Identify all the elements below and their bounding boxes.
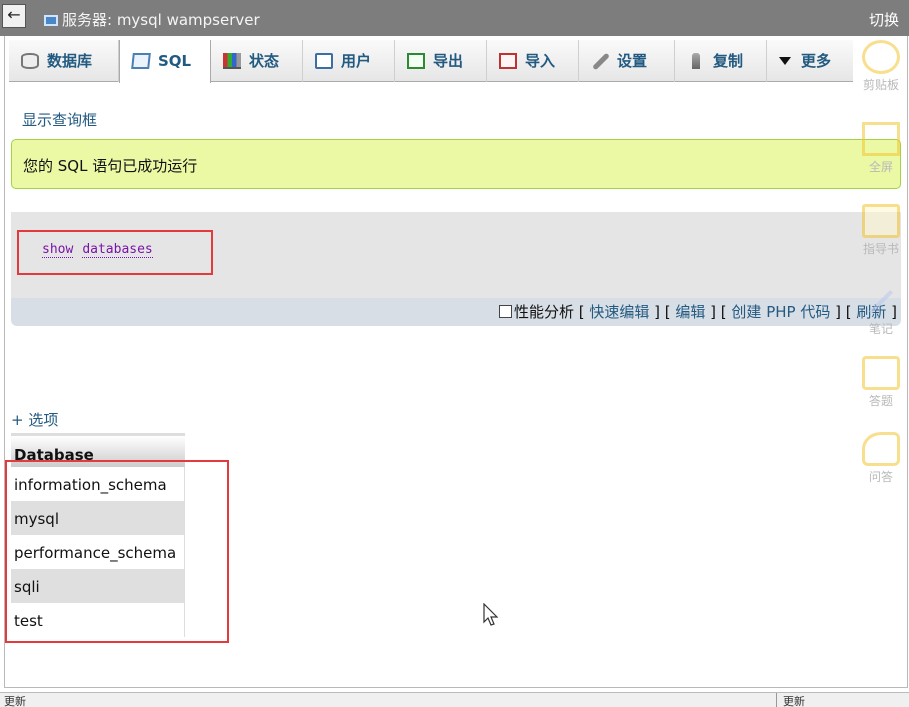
status-right-text: 更新 <box>776 693 805 707</box>
replication-icon <box>692 53 700 69</box>
pencil-icon <box>868 289 894 315</box>
server-icon <box>44 15 58 26</box>
side-item-fullscreen[interactable]: 全屏 <box>853 122 909 175</box>
success-message: 您的 SQL 语句已成功运行 <box>11 139 901 189</box>
tab-more[interactable]: 更多 <box>767 40 853 82</box>
profiling-label: 性能分析 <box>513 303 574 321</box>
tab-export[interactable]: 导出 <box>395 40 487 82</box>
create-php-link[interactable]: 创建 PHP 代码 <box>731 303 830 321</box>
query-highlight-box <box>17 230 213 275</box>
query-tools-bar: 性能分析 [ 快速编辑 ] [ 编辑 ] [ 创建 PHP 代码 ] [ 刷新 … <box>11 298 901 326</box>
sql-icon <box>131 53 151 69</box>
tab-status[interactable]: 状态 <box>211 40 303 82</box>
tab-status-label: 状态 <box>249 52 280 70</box>
window-title-text: 服务器: mysql wampserver <box>62 11 260 29</box>
back-button[interactable]: ← <box>2 4 26 28</box>
export-icon <box>407 53 425 69</box>
tab-sql-label: SQL <box>158 52 192 70</box>
tab-more-label: 更多 <box>801 52 832 70</box>
side-item-notes[interactable]: 笔记 <box>853 284 909 337</box>
tab-settings-label: 设置 <box>617 52 648 70</box>
tab-users[interactable]: 用户 <box>303 40 395 82</box>
answer-icon <box>862 356 900 390</box>
side-item-label: 答题 <box>868 394 893 408</box>
top-tabs: 数据库 SQL 状态 用户 导出 导入 设置 复制 更多 <box>9 40 853 83</box>
side-item-clipboard[interactable]: 剪贴板 <box>853 40 909 93</box>
side-item-label: 全屏 <box>868 160 893 174</box>
side-item-label: 笔记 <box>868 322 893 336</box>
tab-settings[interactable]: 设置 <box>579 40 675 82</box>
side-item-guide[interactable]: 指导书 <box>853 204 909 257</box>
side-item-label: 问答 <box>868 470 893 484</box>
tab-databases[interactable]: 数据库 <box>9 40 119 82</box>
fullscreen-icon <box>862 122 900 156</box>
chat-icon <box>862 432 900 466</box>
book-icon <box>862 204 900 238</box>
main-frame: 数据库 SQL 状态 用户 导出 导入 设置 复制 更多 显示查询框 您的 SQ… <box>4 36 908 688</box>
window-title: 服务器: mysql wampserver <box>44 9 260 30</box>
side-item-label: 指导书 <box>862 242 899 256</box>
tab-import-label: 导入 <box>525 52 556 70</box>
app-window: ← 服务器: mysql wampserver 切换 数据库 SQL 状态 用户… <box>0 0 909 707</box>
side-item-answer[interactable]: 答题 <box>853 356 909 409</box>
chevron-down-icon <box>779 57 791 65</box>
side-item-label: 剪贴板 <box>862 78 899 92</box>
database-icon <box>21 53 39 69</box>
results-highlight-box <box>5 460 229 643</box>
tab-replication-label: 复制 <box>713 52 744 70</box>
side-panel: 剪贴板 全屏 指导书 笔记 答题 问答 <box>853 36 909 516</box>
tab-export-label: 导出 <box>433 52 464 70</box>
tab-replication[interactable]: 复制 <box>675 40 767 82</box>
profiling-checkbox[interactable] <box>498 305 512 318</box>
edit-link[interactable]: 编辑 <box>675 303 705 321</box>
tab-databases-label: 数据库 <box>47 52 93 70</box>
tab-users-label: 用户 <box>341 52 372 70</box>
scissors-icon <box>862 40 900 74</box>
status-icon <box>223 53 241 69</box>
tab-sql[interactable]: SQL <box>119 40 211 83</box>
show-query-box-link[interactable]: 显示查询框 <box>22 109 97 130</box>
switch-button[interactable]: 切换 <box>869 9 899 30</box>
options-toggle[interactable]: + 选项 <box>11 409 58 430</box>
status-left-text: 更新 <box>4 695 26 707</box>
settings-icon <box>592 52 610 71</box>
side-item-qa[interactable]: 问答 <box>853 432 909 485</box>
status-bar: 更新 更新 <box>0 692 909 707</box>
users-icon <box>315 53 333 69</box>
import-icon <box>499 53 517 69</box>
tab-import[interactable]: 导入 <box>487 40 579 82</box>
title-bar: ← 服务器: mysql wampserver 切换 <box>0 0 909 36</box>
inline-edit-link[interactable]: 快速编辑 <box>589 303 649 321</box>
mouse-cursor-icon <box>483 603 499 626</box>
